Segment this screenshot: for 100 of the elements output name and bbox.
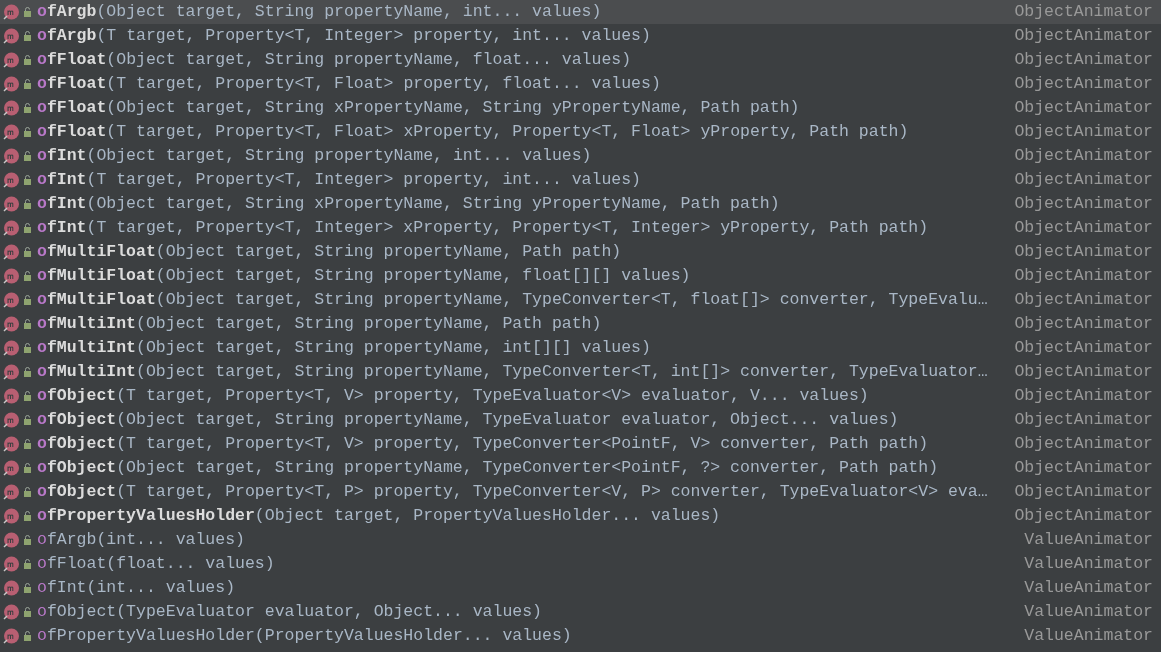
lock-icon	[23, 463, 32, 473]
lock-icon	[23, 367, 32, 377]
method-signature: ofPropertyValuesHolder(Object target, PropertyValuesHolder... values)	[37, 504, 721, 527]
method-signature: ofFloat(Object target, String propertyName, float... values)	[37, 48, 632, 71]
type-label: ObjectAnimator	[1014, 216, 1153, 239]
type-label: ObjectAnimator	[1014, 96, 1153, 119]
method-icon	[3, 411, 20, 429]
lock-icon	[23, 31, 32, 41]
lock-icon	[23, 439, 32, 449]
type-label: ObjectAnimator	[1014, 336, 1153, 359]
type-label: ObjectAnimator	[1014, 48, 1153, 71]
method-icon	[3, 459, 20, 477]
method-signature: ofObject(T target, Property<T, V> property, TypeConverter<PointF, V> converter, Path path)	[37, 432, 929, 455]
type-label: ObjectAnimator	[1014, 264, 1153, 287]
method-signature: ofMultiFloat(Object target, String propertyName, float[][] values)	[37, 264, 691, 287]
type-label: ObjectAnimator	[1014, 360, 1153, 383]
type-label: ObjectAnimator	[1014, 504, 1153, 527]
type-label: ObjectAnimator	[1014, 120, 1153, 143]
method-signature: ofArgb(int... values)	[37, 528, 245, 551]
method-icon	[3, 147, 20, 165]
method-signature: ofObject(Object target, String propertyName, TypeConverter<PointF, ?> converter, Path path)	[37, 456, 939, 479]
type-label: ObjectAnimator	[1014, 144, 1153, 167]
lock-icon	[23, 247, 32, 257]
method-signature: ofObject(Object target, String propertyName, TypeEvaluator evaluator, Object... values)	[37, 408, 899, 431]
method-icon	[3, 579, 20, 597]
type-label: ObjectAnimator	[1014, 384, 1153, 407]
method-icon	[3, 339, 20, 357]
method-icon	[3, 291, 20, 309]
method-icon	[3, 99, 20, 117]
method-signature: ofMultiFloat(Object target, String propertyName, Path path)	[37, 240, 622, 263]
type-label: ObjectAnimator	[1014, 480, 1153, 503]
method-signature: ofArgb(T target, Property<T, Integer> property, int... values)	[37, 24, 651, 47]
method-signature: ofMultiFloat(Object target, String propertyName, TypeConverter<T, float[]> converter, TypeEvalu…	[37, 288, 988, 311]
method-signature: ofInt(T target, Property<T, Integer> property, int... values)	[37, 168, 641, 191]
method-signature: ofMultiInt(Object target, String propertyName, Path path)	[37, 312, 602, 335]
method-signature: ofInt(Object target, String propertyName, int... values)	[37, 144, 592, 167]
lock-icon	[23, 535, 32, 545]
type-label: ObjectAnimator	[1014, 72, 1153, 95]
type-label: ObjectAnimator	[1014, 408, 1153, 431]
method-signature: ofObject(T target, Property<T, P> property, TypeConverter<V, P> converter, TypeEvaluator<V> eva…	[37, 480, 988, 503]
lock-icon	[23, 511, 32, 521]
method-signature: ofInt(T target, Property<T, Integer> xProperty, Property<T, Integer> yProperty, Path path)	[37, 216, 929, 239]
lock-icon	[23, 55, 32, 65]
method-icon	[3, 243, 20, 261]
method-icon	[3, 531, 20, 549]
type-label: ValueAnimator	[1024, 624, 1153, 647]
lock-icon	[23, 127, 32, 137]
method-icon	[3, 483, 20, 501]
method-icon	[3, 507, 20, 525]
lock-icon	[23, 151, 32, 161]
lock-icon	[23, 391, 32, 401]
lock-icon	[23, 223, 32, 233]
method-signature: ofObject(T target, Property<T, V> property, TypeEvaluator<V> evaluator, V... values)	[37, 384, 869, 407]
type-label: ObjectAnimator	[1014, 432, 1153, 455]
type-label: ObjectAnimator	[1014, 192, 1153, 215]
method-icon	[3, 435, 20, 453]
type-label: ObjectAnimator	[1014, 24, 1153, 47]
method-signature: ofArgb(Object target, String propertyName, int... values)	[37, 0, 602, 23]
type-label: ObjectAnimator	[1014, 0, 1153, 23]
type-label: ObjectAnimator	[1014, 312, 1153, 335]
method-icon	[3, 627, 20, 645]
lock-icon	[23, 487, 32, 497]
method-signature: ofMultiInt(Object target, String propertyName, TypeConverter<T, int[]> converter, TypeEvaluator…	[37, 360, 988, 383]
lock-icon	[23, 607, 32, 617]
method-icon	[3, 315, 20, 333]
type-label: ObjectAnimator	[1014, 456, 1153, 479]
type-label: ObjectAnimator	[1014, 288, 1153, 311]
method-icon	[3, 387, 20, 405]
lock-icon	[23, 295, 32, 305]
method-icon	[3, 123, 20, 141]
lock-icon	[23, 631, 32, 641]
lock-icon	[23, 79, 32, 89]
method-signature: ofInt(int... values)	[37, 576, 236, 599]
method-signature: ofPropertyValuesHolder(PropertyValuesHolder... values)	[37, 624, 572, 647]
method-signature: ofFloat(Object target, String xPropertyName, String yPropertyName, Path path)	[37, 96, 800, 119]
method-signature: ofInt(Object target, String xPropertyName, String yPropertyName, Path path)	[37, 192, 780, 215]
method-signature: ofFloat(float... values)	[37, 552, 275, 575]
lock-icon	[23, 199, 32, 209]
lock-icon	[23, 559, 32, 569]
lock-icon	[23, 415, 32, 425]
completion-item[interactable]: ofArgb(Object target, String propertyName, int... values) ObjectAnimator	[0, 0, 1161, 24]
type-label: ObjectAnimator	[1014, 168, 1153, 191]
method-signature: ofObject(TypeEvaluator evaluator, Object... values)	[37, 600, 542, 623]
type-label: ValueAnimator	[1024, 600, 1153, 623]
lock-icon	[23, 7, 32, 17]
lock-icon	[23, 271, 32, 281]
method-icon	[3, 267, 20, 285]
type-label: ValueAnimator	[1024, 552, 1153, 575]
lock-icon	[23, 175, 32, 185]
method-icon	[3, 51, 20, 69]
method-icon	[3, 603, 20, 621]
lock-icon	[23, 103, 32, 113]
lock-icon	[23, 319, 32, 329]
method-icon	[3, 75, 20, 93]
method-icon	[3, 3, 20, 21]
method-icon	[3, 195, 20, 213]
method-icon	[3, 555, 20, 573]
method-icon	[3, 171, 20, 189]
method-icon	[3, 363, 20, 381]
lock-icon	[23, 343, 32, 353]
